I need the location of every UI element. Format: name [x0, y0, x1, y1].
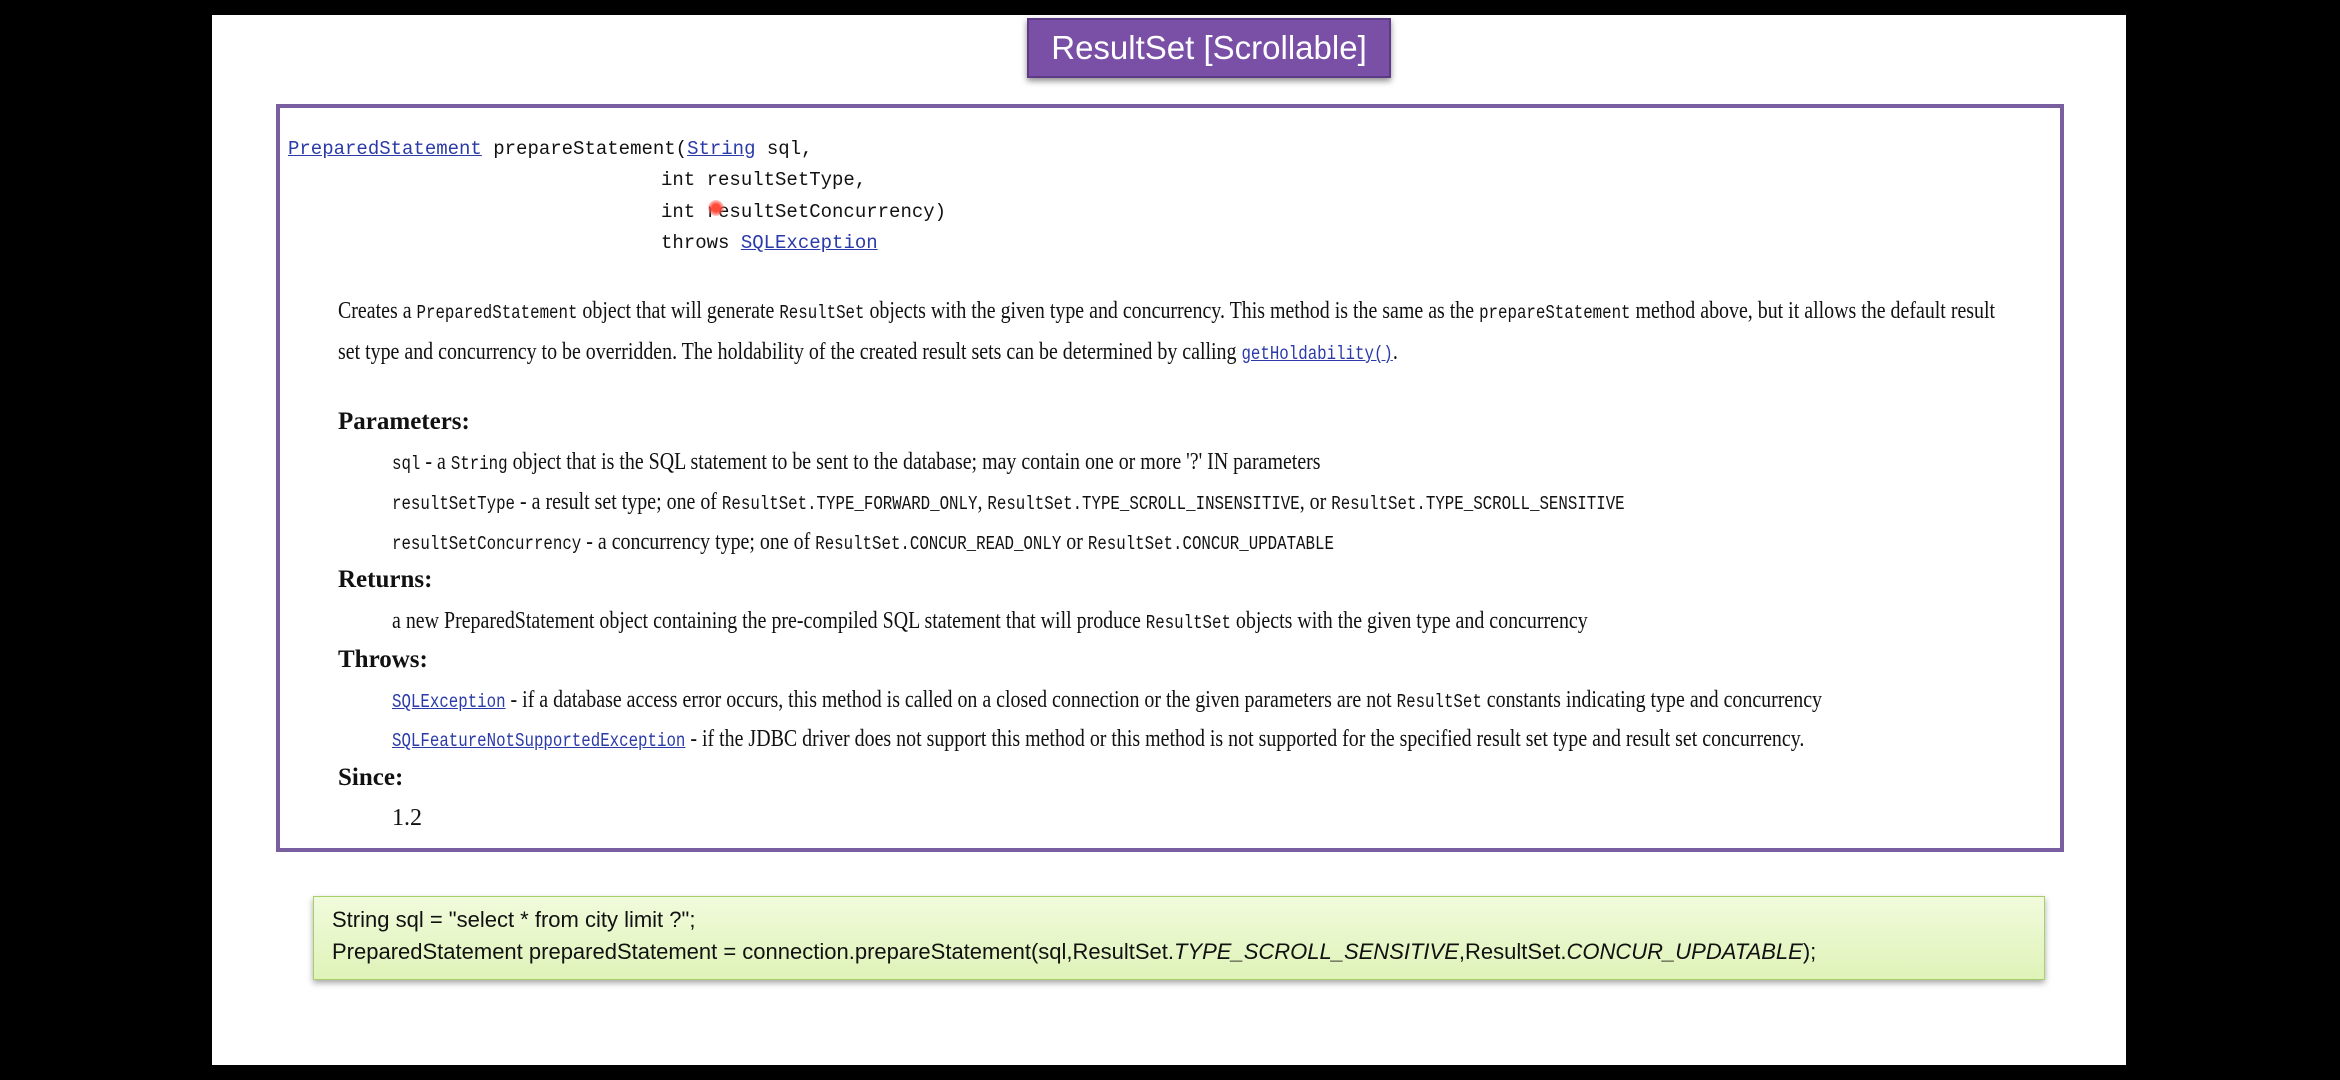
param-code: ResultSet.TYPE_SCROLL_SENSITIVE: [1331, 493, 1625, 515]
desc-text: method above, but it allows the default …: [1630, 298, 1996, 324]
desc-text: set type and concurrency to be overridde…: [338, 339, 1242, 365]
param-name: resultSetType: [392, 493, 516, 515]
desc-text: .: [1392, 339, 1398, 365]
param-name: resultSetConcurrency: [392, 533, 582, 555]
desc-text: objects with the given type and concurre…: [864, 298, 1480, 324]
param-text: - a: [420, 449, 451, 475]
code-line-2: PreparedStatement preparedStatement = co…: [332, 939, 1816, 965]
throws-text: - if a database access error occurs, thi…: [505, 687, 1397, 713]
param-name: sql: [392, 453, 421, 475]
returns-part: objects with the given type and concurre…: [1230, 608, 1588, 634]
throws-sqlexception: SQLException - if a database access erro…: [392, 687, 1822, 714]
slide-title-text: ResultSet [Scrollable]: [1051, 29, 1367, 66]
returns-part: a new PreparedStatement object containin…: [392, 608, 1146, 634]
param-code: ResultSet.CONCUR_UPDATABLE: [1087, 533, 1334, 555]
returns-header: Returns:: [338, 566, 433, 593]
param-text: ,: [977, 489, 988, 515]
param-text: object that is the SQL statement to be s…: [507, 449, 1321, 475]
since-value: 1.2: [392, 805, 422, 831]
param-code: ResultSet.TYPE_SCROLL_INSENSITIVE: [987, 493, 1300, 515]
code-text: PreparedStatement preparedStatement = co…: [332, 939, 1174, 964]
description-line-2: set type and concurrency to be overridde…: [338, 339, 1398, 366]
code-text: );: [1802, 939, 1817, 964]
param-code: ResultSet.CONCUR_READ_ONLY: [815, 533, 1062, 555]
signature-line-4: throws SQLException: [661, 232, 878, 254]
returns-code: ResultSet: [1145, 612, 1231, 634]
signature-line-1: PreparedStatement prepareStatement(Strin…: [288, 138, 813, 160]
feature-not-supported-link[interactable]: SQLFeatureNotSupportedException: [392, 730, 685, 752]
javadoc-panel: PreparedStatement prepareStatement(Strin…: [276, 104, 2064, 852]
code-italic: TYPE_SCROLL_SENSITIVE: [1174, 939, 1459, 964]
cursor-indicator: [708, 200, 724, 216]
param-sql: sql - a String object that is the SQL st…: [392, 449, 1321, 476]
throws-feature-not-supported: SQLFeatureNotSupportedException - if the…: [392, 726, 1804, 753]
desc-text: Creates a: [338, 298, 417, 324]
method-name: prepareStatement(: [481, 138, 688, 160]
code-line-1: String sql = "select * from city limit ?…: [332, 907, 696, 932]
throws-sqlexception-link[interactable]: SQLException: [392, 691, 506, 713]
get-holdability-link[interactable]: getHoldability(): [1241, 343, 1392, 365]
desc-code: prepareStatement: [1479, 302, 1631, 324]
code-snippet: String sql = "select * from city limit ?…: [313, 896, 2045, 980]
param-text: , or: [1299, 489, 1332, 515]
desc-code: ResultSet: [779, 302, 865, 324]
throws-text: constants indicating type and concurrenc…: [1481, 687, 1823, 713]
prepared-statement-link[interactable]: PreparedStatement: [288, 138, 482, 160]
throws-code: ResultSet: [1396, 691, 1482, 713]
slide-title: ResultSet [Scrollable]: [1027, 18, 1391, 78]
string-link[interactable]: String: [687, 138, 755, 160]
signature-line-2: int resultSetType,: [661, 169, 867, 191]
desc-text: object that will generate: [577, 298, 780, 324]
param1-name: sql,: [755, 138, 813, 160]
parameters-header: Parameters:: [338, 408, 470, 435]
throws-header: Throws:: [338, 646, 428, 673]
code-text: ,ResultSet.: [1458, 939, 1567, 964]
param-result-set-type: resultSetType - a result set type; one o…: [392, 489, 1625, 516]
code-italic: CONCUR_UPDATABLE: [1566, 939, 1803, 964]
description-line-1: Creates a PreparedStatement object that …: [338, 298, 1995, 325]
param-code: ResultSet.TYPE_FORWARD_ONLY: [721, 493, 978, 515]
param-text: - a result set type; one of: [515, 489, 722, 515]
param-result-set-concurrency: resultSetConcurrency - a concurrency typ…: [392, 529, 1334, 556]
param-text: - a concurrency type; one of: [581, 529, 816, 555]
returns-text: a new PreparedStatement object containin…: [392, 608, 1588, 635]
sqlexception-link[interactable]: SQLException: [741, 232, 878, 254]
param-code: String: [450, 453, 508, 475]
desc-code: PreparedStatement: [416, 302, 578, 324]
since-header: Since:: [338, 764, 404, 791]
throws-text: - if the JDBC driver does not support th…: [685, 726, 1805, 752]
signature-line-3: int resultSetConcurrency): [661, 201, 947, 223]
throws-keyword: throws: [661, 232, 741, 254]
param-text: or: [1061, 529, 1088, 555]
